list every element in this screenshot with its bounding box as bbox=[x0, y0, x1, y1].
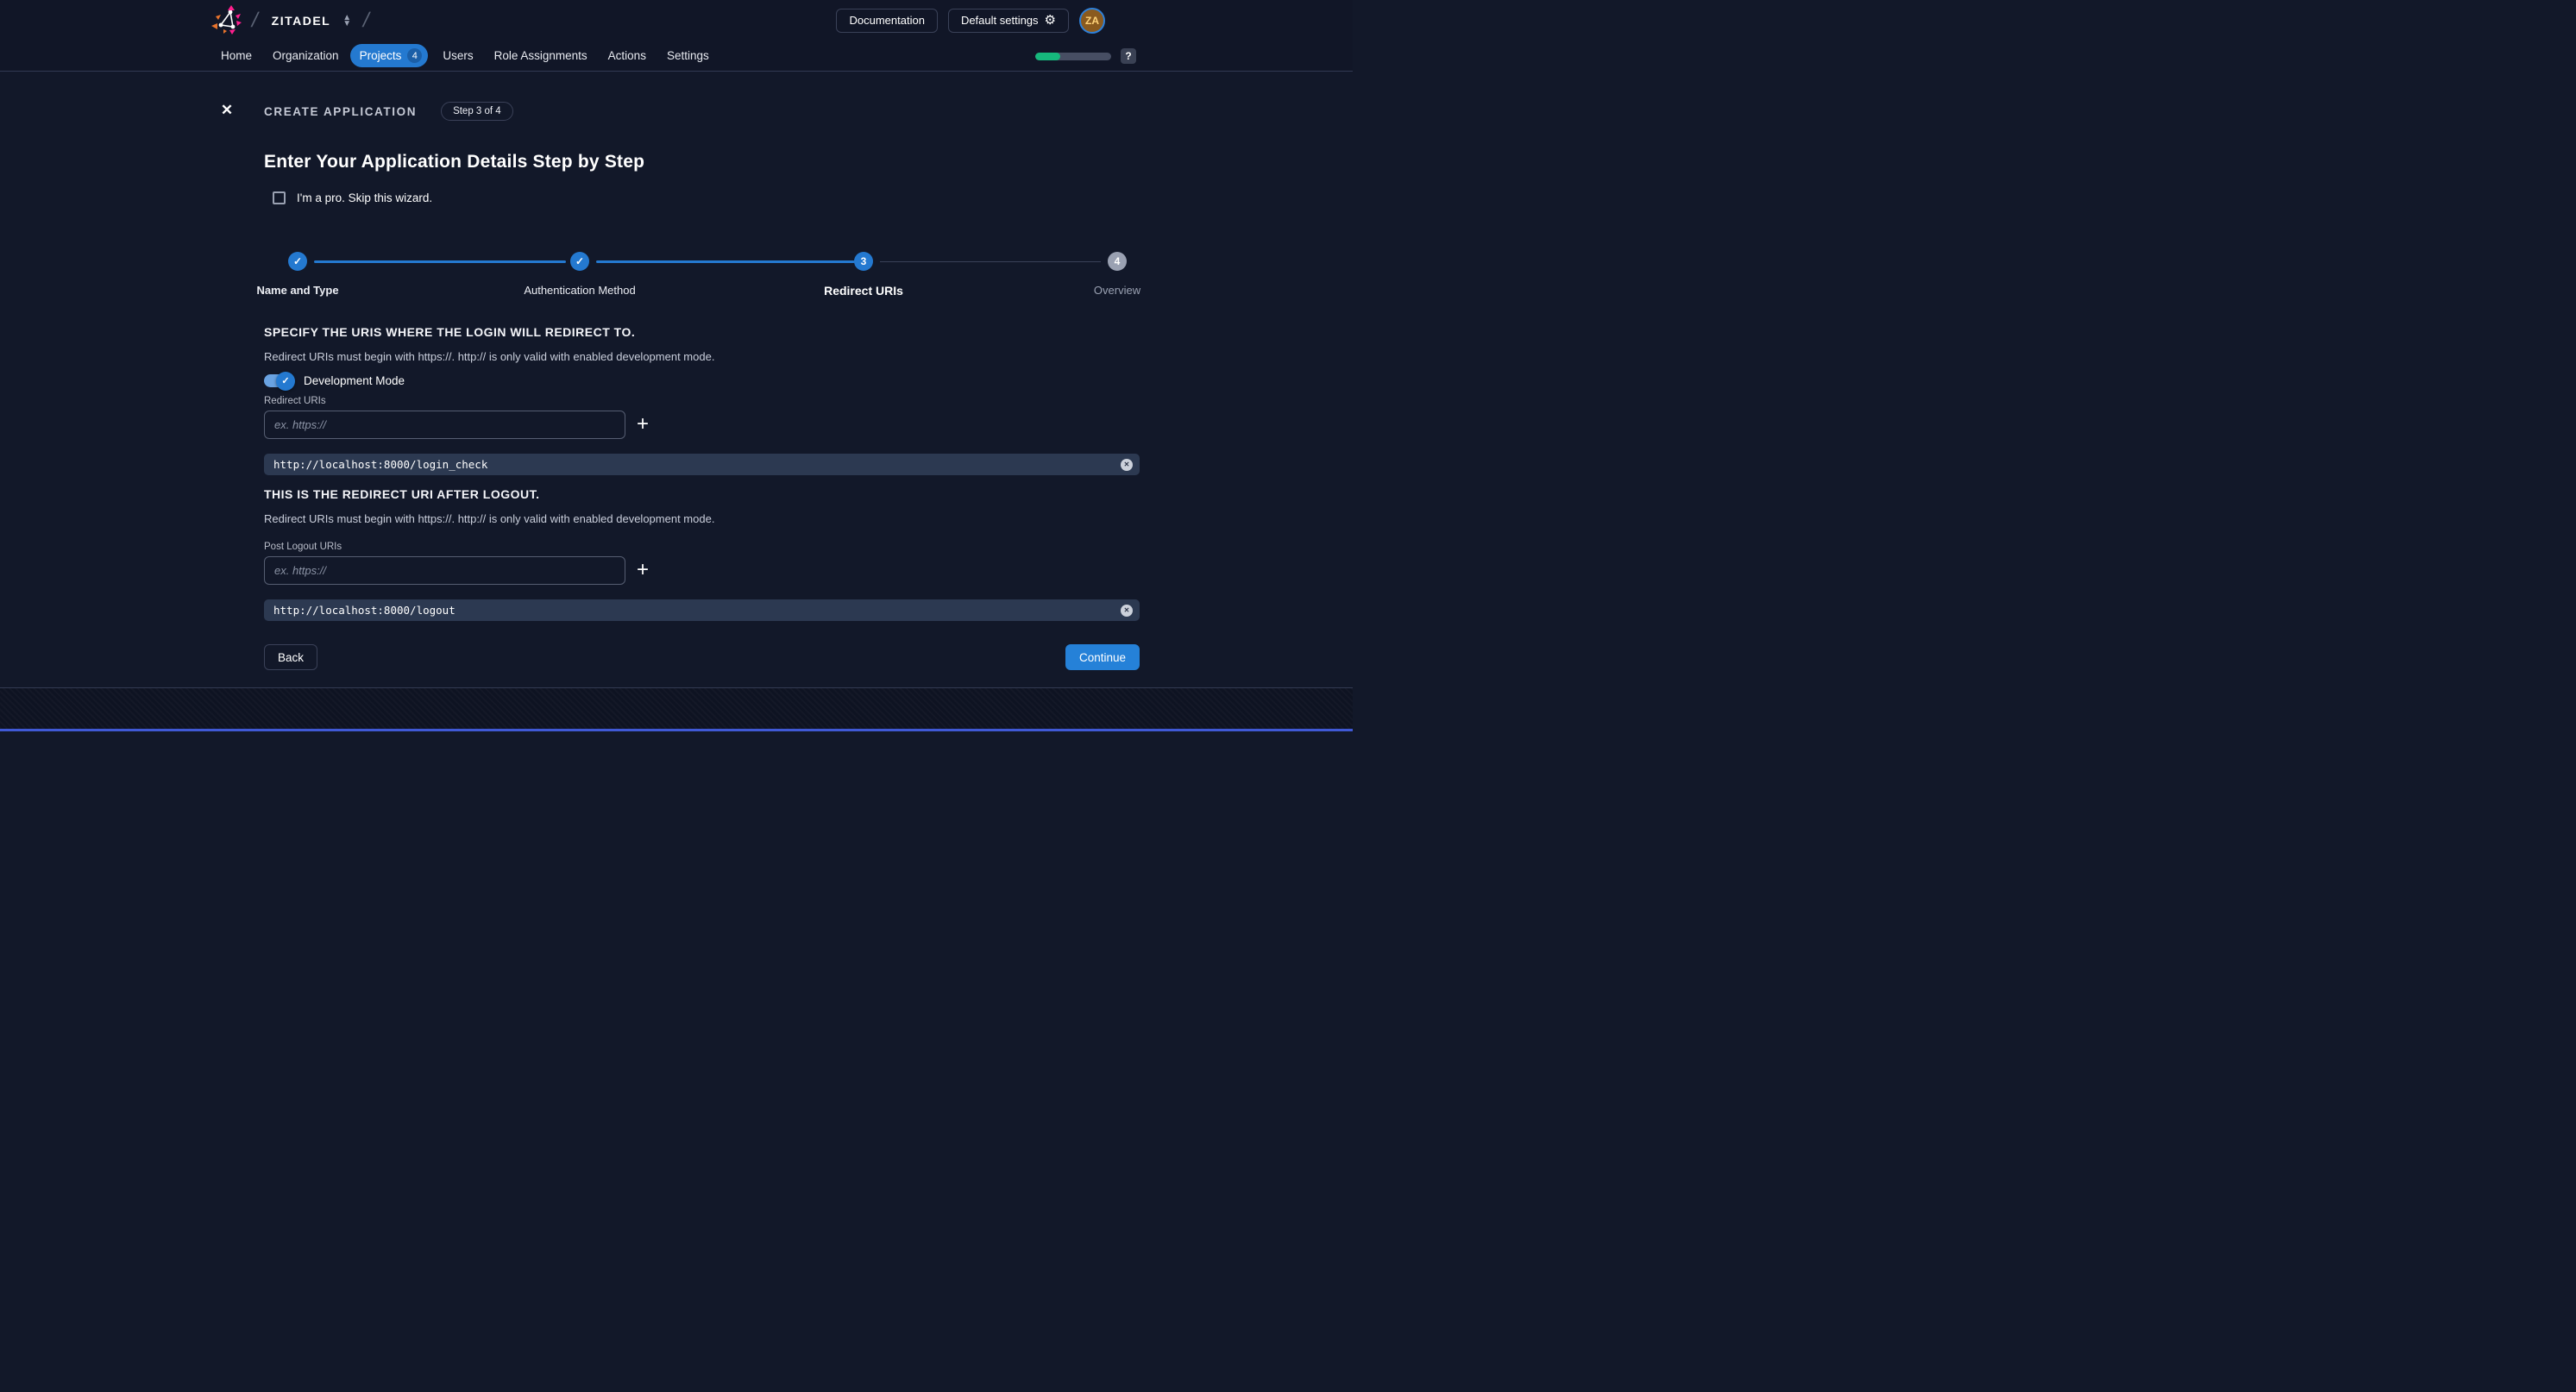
redirect-uri-value: http://localhost:8000/login_check bbox=[273, 458, 1121, 471]
wizard-actions: Back Continue bbox=[264, 644, 1140, 670]
bottom-accent-strip bbox=[0, 729, 1353, 731]
default-settings-button[interactable]: Default settings ⚙ bbox=[948, 9, 1069, 33]
documentation-button[interactable]: Documentation bbox=[836, 9, 937, 33]
gear-icon: ⚙ bbox=[1045, 14, 1056, 27]
footer-band bbox=[0, 687, 1353, 729]
nav-item-projects-label: Projects bbox=[360, 49, 402, 62]
step-3-label[interactable]: Redirect URIs bbox=[824, 284, 903, 298]
org-name[interactable]: ZITADEL bbox=[272, 14, 331, 28]
post-logout-uri-input[interactable] bbox=[264, 556, 625, 585]
skip-wizard-row[interactable]: I'm a pro. Skip this wizard. bbox=[273, 191, 432, 204]
default-settings-label: Default settings bbox=[961, 14, 1039, 27]
step-connector-2 bbox=[596, 260, 855, 263]
step-4-label[interactable]: Overview bbox=[1094, 284, 1140, 297]
projects-count-badge: 4 bbox=[407, 48, 422, 63]
step-connector-1 bbox=[314, 260, 566, 263]
nav-item-projects[interactable]: Projects 4 bbox=[350, 44, 429, 67]
skip-wizard-label: I'm a pro. Skip this wizard. bbox=[297, 191, 432, 204]
redirect-section-subtitle: Redirect URIs must begin with https://. … bbox=[264, 350, 714, 363]
continue-button[interactable]: Continue bbox=[1065, 644, 1140, 670]
step-1-label[interactable]: Name and Type bbox=[256, 284, 338, 297]
remove-redirect-uri-icon[interactable]: ✕ bbox=[1121, 459, 1133, 471]
main-nav: Home Organization Projects 4 Users Role … bbox=[0, 41, 1353, 72]
redirect-uri-input[interactable] bbox=[264, 411, 625, 439]
nav-item-role-assignments[interactable]: Role Assignments bbox=[494, 49, 587, 62]
wizard-stepper: ✓ ✓ 3 4 Name and Type Authentication Met… bbox=[264, 252, 1140, 300]
skip-wizard-checkbox[interactable] bbox=[273, 191, 286, 204]
dev-mode-label: Development Mode bbox=[304, 374, 405, 387]
onboarding-progress-bar[interactable] bbox=[1035, 53, 1111, 60]
nav-item-settings[interactable]: Settings bbox=[667, 49, 709, 62]
nav-item-home[interactable]: Home bbox=[221, 49, 252, 62]
toggle-check-icon: ✓ bbox=[276, 372, 295, 391]
back-button[interactable]: Back bbox=[264, 644, 317, 670]
remove-post-logout-uri-icon[interactable]: ✕ bbox=[1121, 605, 1133, 617]
zitadel-logo-icon[interactable] bbox=[210, 4, 245, 37]
top-bar-right: Documentation Default settings ⚙ ZA bbox=[836, 0, 1353, 41]
step-1-circle-check-icon: ✓ bbox=[288, 252, 307, 271]
wizard-header: CREATE APPLICATION Step 3 of 4 bbox=[264, 102, 513, 121]
logout-section-heading: THIS IS THE REDIRECT URI AFTER LOGOUT. bbox=[264, 487, 540, 501]
redirect-section-heading: SPECIFY THE URIS WHERE THE LOGIN WILL RE… bbox=[264, 325, 635, 339]
dev-mode-toggle[interactable]: ✓ bbox=[264, 374, 292, 387]
step-4-circle: 4 bbox=[1108, 252, 1127, 271]
breadcrumb-slash: / bbox=[361, 9, 372, 33]
add-redirect-uri-button[interactable]: + bbox=[632, 414, 653, 435]
user-avatar[interactable]: ZA bbox=[1079, 8, 1105, 34]
close-icon[interactable]: ✕ bbox=[215, 98, 239, 122]
nav-items: Home Organization Projects 4 Users Role … bbox=[221, 48, 709, 63]
top-bar: / ZITADEL ▲▼ / Documentation Default set… bbox=[0, 0, 1353, 41]
redirect-uri-chip: http://localhost:8000/login_check ✕ bbox=[264, 454, 1140, 475]
help-button[interactable]: ? bbox=[1121, 48, 1136, 64]
logout-section-subtitle: Redirect URIs must begin with https://. … bbox=[264, 512, 714, 525]
post-logout-uris-label: Post Logout URIs bbox=[264, 542, 342, 552]
step-connector-3 bbox=[880, 261, 1101, 262]
breadcrumb-slash: / bbox=[249, 9, 261, 33]
wizard-title: CREATE APPLICATION bbox=[264, 105, 417, 118]
nav-item-organization[interactable]: Organization bbox=[273, 49, 339, 62]
post-logout-uri-value: http://localhost:8000/logout bbox=[273, 604, 1121, 617]
nav-item-actions[interactable]: Actions bbox=[608, 49, 646, 62]
org-switcher-icon[interactable]: ▲▼ bbox=[342, 15, 351, 27]
page-title: Enter Your Application Details Step by S… bbox=[264, 152, 644, 172]
dev-mode-toggle-row[interactable]: ✓ Development Mode bbox=[264, 374, 405, 387]
step-2-label[interactable]: Authentication Method bbox=[524, 284, 635, 297]
redirect-uris-label: Redirect URIs bbox=[264, 396, 326, 406]
add-post-logout-uri-button[interactable]: + bbox=[632, 560, 653, 580]
nav-item-users[interactable]: Users bbox=[443, 49, 473, 62]
step-2-circle-check-icon: ✓ bbox=[570, 252, 589, 271]
step-badge: Step 3 of 4 bbox=[441, 102, 513, 121]
onboarding-progress-fill bbox=[1035, 53, 1060, 60]
post-logout-uri-chip: http://localhost:8000/logout ✕ bbox=[264, 599, 1140, 621]
nav-right: ? bbox=[1035, 41, 1136, 72]
step-3-circle: 3 bbox=[854, 252, 873, 271]
